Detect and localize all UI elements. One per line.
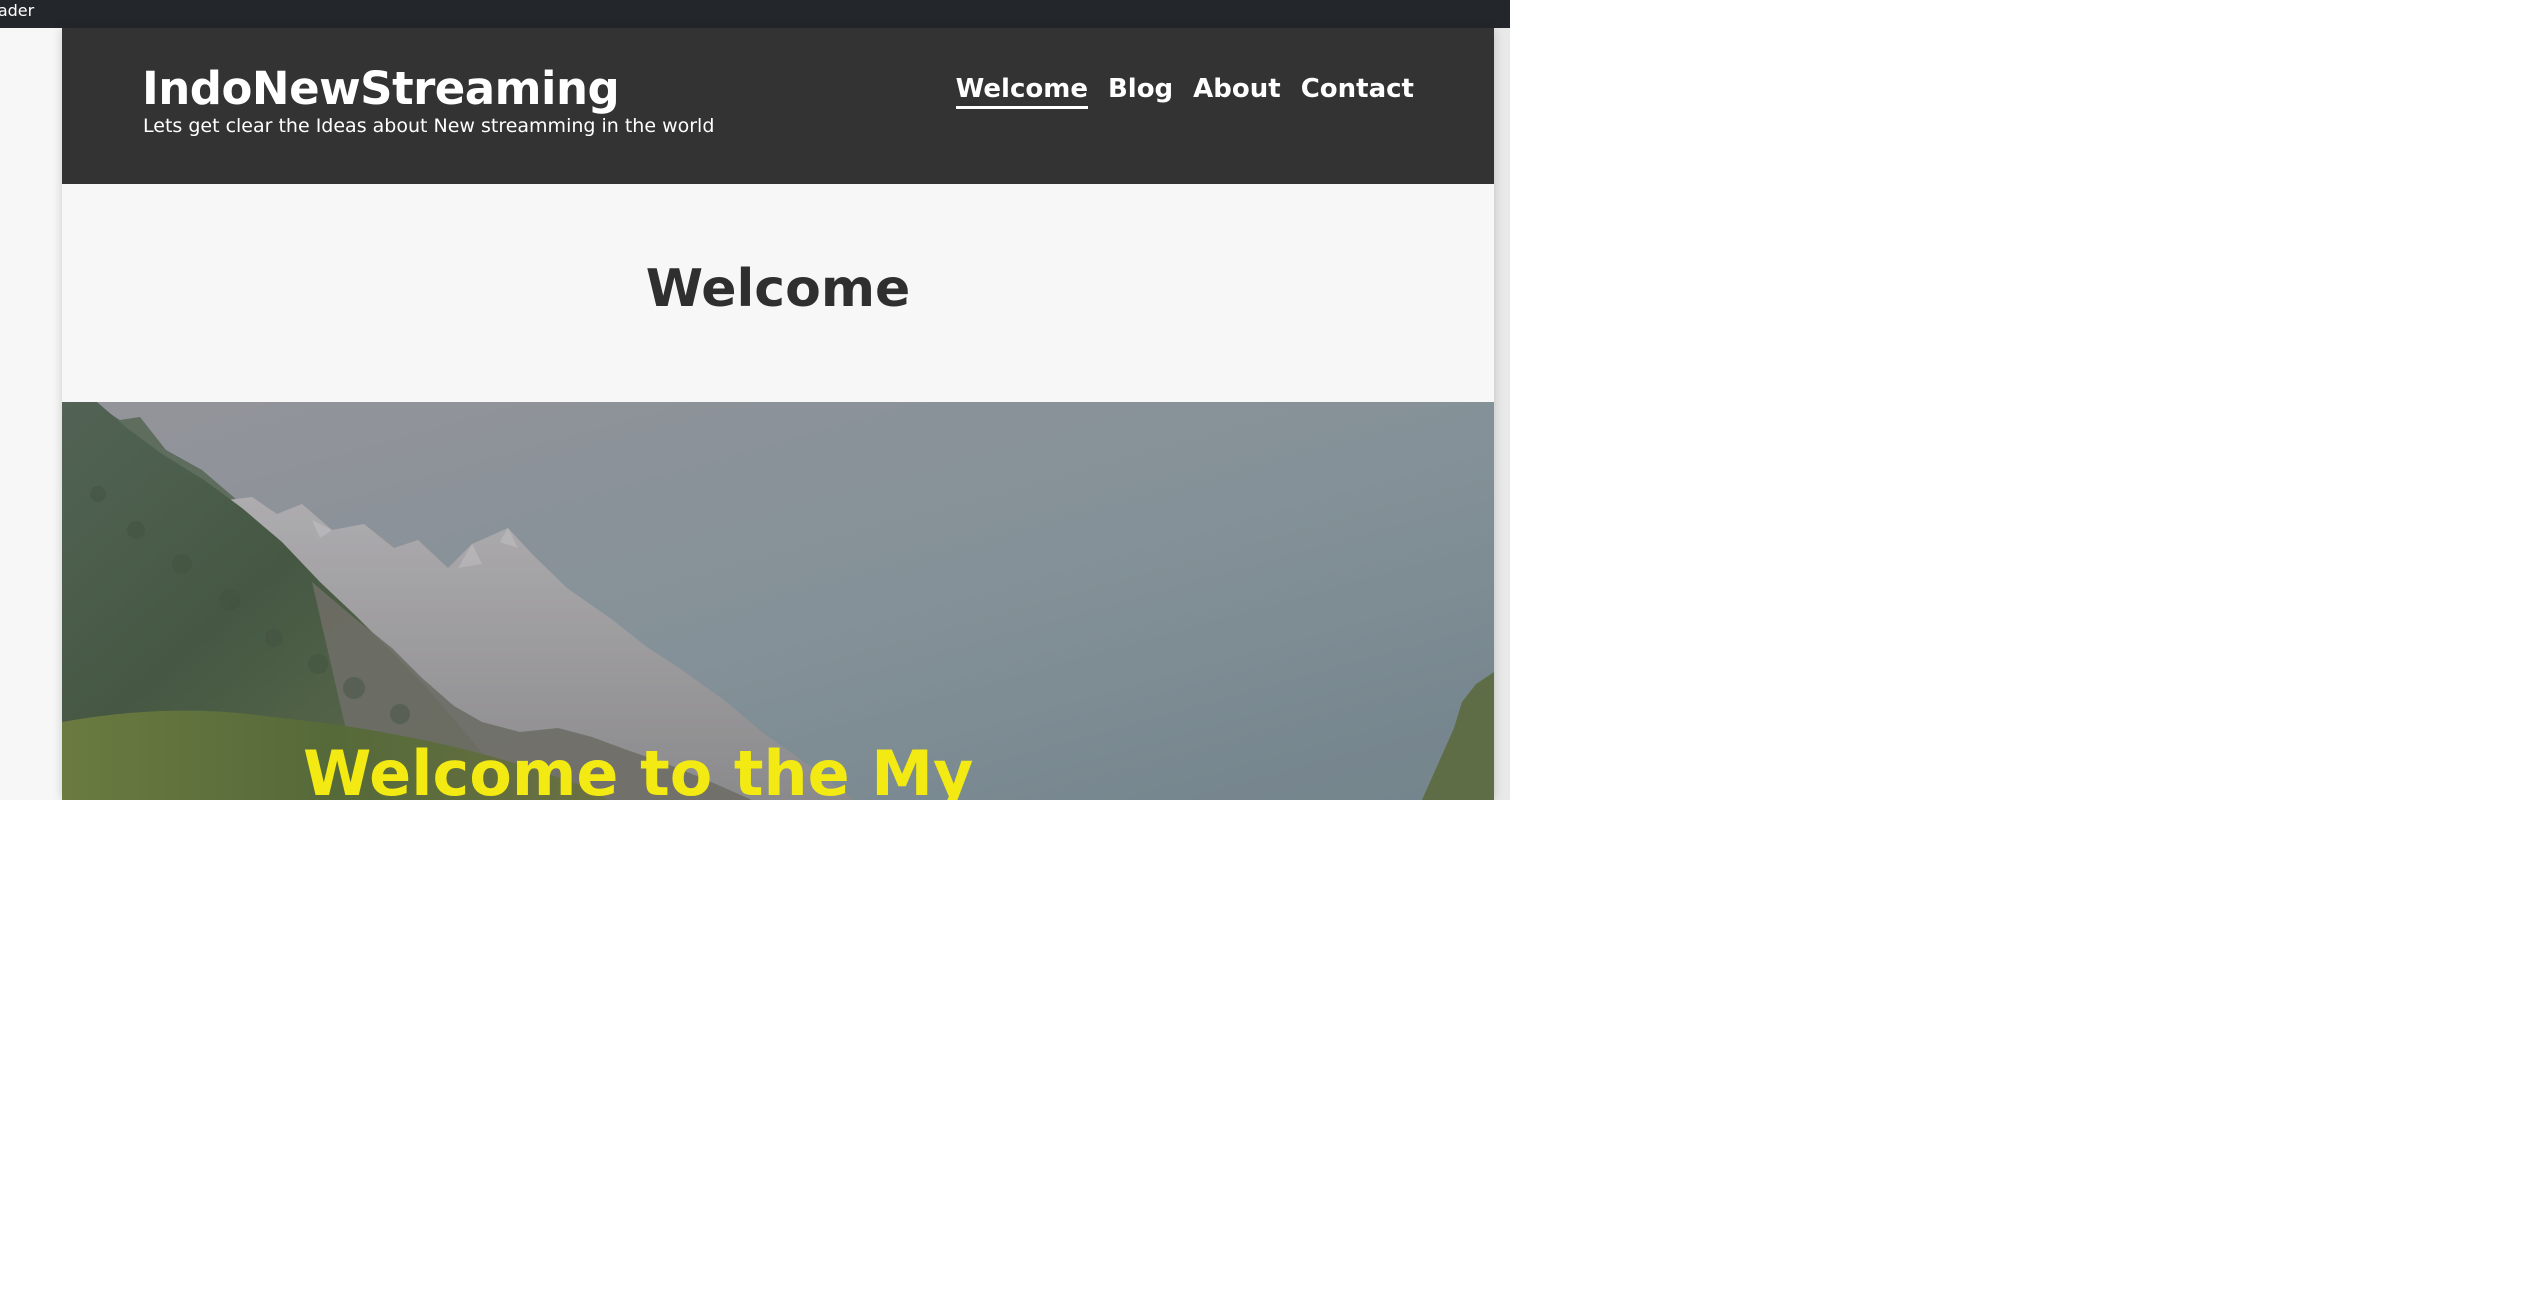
site-tagline: Lets get clear the Ideas about New strea…	[143, 115, 715, 137]
site-header: IndoNewStreaming Lets get clear the Idea…	[62, 28, 1494, 184]
nav-blog-link[interactable]: Blog	[1108, 74, 1173, 109]
main-navigation: Welcome Blog About Contact	[955, 74, 1414, 109]
page-left-margin	[0, 28, 62, 800]
page-title-band: Welcome	[62, 184, 1494, 402]
page-right-margin	[1494, 28, 1510, 800]
top-bar-text: eader	[0, 1, 35, 20]
hero-heading: Welcome to the My	[303, 737, 974, 800]
nav-contact-link[interactable]: Contact	[1301, 74, 1414, 109]
browser-viewport: eader IndoNewStreaming Lets get clear th…	[0, 0, 1510, 800]
site-container: IndoNewStreaming Lets get clear the Idea…	[62, 28, 1494, 800]
site-title-link[interactable]: IndoNewStreaming	[142, 62, 620, 115]
hero-section: Welcome to the My	[62, 402, 1494, 800]
nav-welcome-link[interactable]: Welcome	[955, 74, 1088, 109]
top-bar: eader	[0, 0, 1510, 28]
nav-about-link[interactable]: About	[1193, 74, 1281, 109]
page-title: Welcome	[645, 259, 911, 319]
